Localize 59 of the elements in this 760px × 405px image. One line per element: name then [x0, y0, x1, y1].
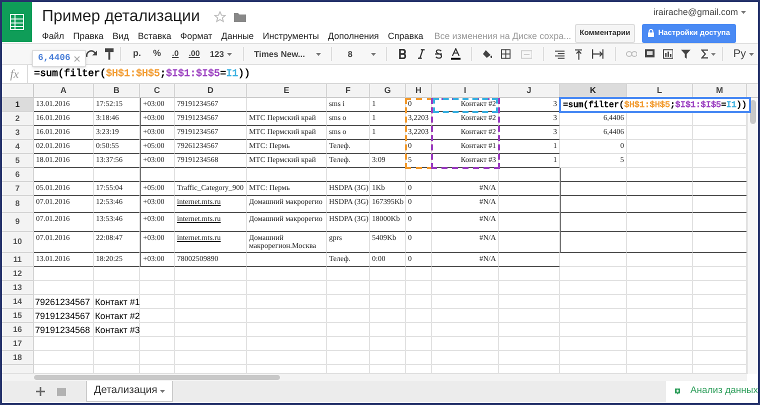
row-header[interactable]: 4 [2, 140, 34, 154]
column-header[interactable]: I [432, 84, 499, 97]
column-header[interactable]: K [560, 84, 627, 97]
sheet-tab[interactable]: Детализация [86, 381, 174, 402]
row-header[interactable]: 14 [2, 295, 34, 309]
fx-label: fx [2, 65, 28, 83]
row-header[interactable]: 17 [2, 337, 34, 351]
column-header[interactable]: F [327, 84, 370, 97]
increase-decimals-button[interactable]: .00 [188, 48, 200, 60]
table-cell: 79261234567 [34, 295, 94, 309]
row-header[interactable]: 12 [2, 267, 34, 281]
row-header[interactable]: 16 [2, 323, 34, 337]
menu-item[interactable]: Данные [221, 30, 254, 44]
table-cell: 79191234567 [34, 309, 94, 323]
row-header[interactable]: 6 [2, 168, 34, 182]
row-header[interactable]: 18 [2, 351, 34, 365]
row-header[interactable]: 8 [2, 196, 34, 213]
row-header[interactable]: 1 [2, 98, 34, 112]
column-header[interactable]: H [406, 84, 432, 97]
number-format-dropdown[interactable]: 123 [210, 48, 232, 60]
column-header[interactable]: G [370, 84, 406, 97]
menu-item[interactable]: Формат [180, 30, 212, 44]
table-cell: Контакт #1 [94, 295, 140, 309]
value-tooltip: 6,4406 [32, 50, 86, 67]
column-header[interactable]: E [247, 84, 327, 97]
menu-item[interactable]: Дополнения [328, 30, 379, 44]
menu-item[interactable]: Правка [73, 30, 104, 44]
column-header[interactable]: C [140, 84, 175, 97]
cell-editor[interactable]: =sum(filter($H$1:$H$5;$I$1:$I$5=I1)) [559, 97, 751, 113]
save-status: Все изменения на Диске сохра... [434, 30, 572, 43]
percent-format-button[interactable]: % [153, 47, 162, 61]
account-menu[interactable]: irairache@gmail.com [653, 6, 746, 20]
table-cell: Контакт #3 [94, 323, 140, 337]
document-title[interactable]: Пример детализации [42, 7, 200, 27]
menu-item[interactable]: Вид [112, 30, 129, 44]
font-dropdown[interactable]: Times New... [254, 48, 321, 60]
input-language-dropdown[interactable]: Ру [733, 46, 754, 62]
row-header[interactable]: 7 [2, 182, 34, 196]
row-header[interactable]: 9 [2, 213, 34, 232]
font-size-dropdown[interactable]: 8 [342, 48, 376, 60]
row-header[interactable]: 5 [2, 154, 34, 168]
column-header[interactable]: A [34, 84, 94, 97]
table-cell: 79191234568 [34, 323, 94, 337]
column-header[interactable]: B [94, 84, 140, 97]
menu-item[interactable]: Вставка [138, 30, 172, 44]
menu-item[interactable]: Справка [388, 30, 424, 44]
row-header[interactable]: 15 [2, 309, 34, 323]
decrease-decimals-button[interactable]: .0 [172, 48, 179, 60]
row-header[interactable]: 2 [2, 112, 34, 126]
menu-item[interactable]: Файл [42, 30, 64, 44]
menu-item[interactable]: Инструменты [262, 30, 319, 44]
row-header[interactable]: 10 [2, 232, 34, 253]
column-header[interactable]: D [175, 84, 247, 97]
row-header[interactable]: 13 [2, 281, 34, 295]
row-header[interactable]: 11 [2, 253, 34, 267]
row-header[interactable]: 3 [2, 126, 34, 140]
currency-format-button[interactable]: р. [133, 47, 141, 61]
table-cell: Контакт #2 [94, 309, 140, 323]
formula-input[interactable]: =sum(filter($H$1:$H$5;$I$1:$I$5=I1)) [34, 66, 250, 82]
